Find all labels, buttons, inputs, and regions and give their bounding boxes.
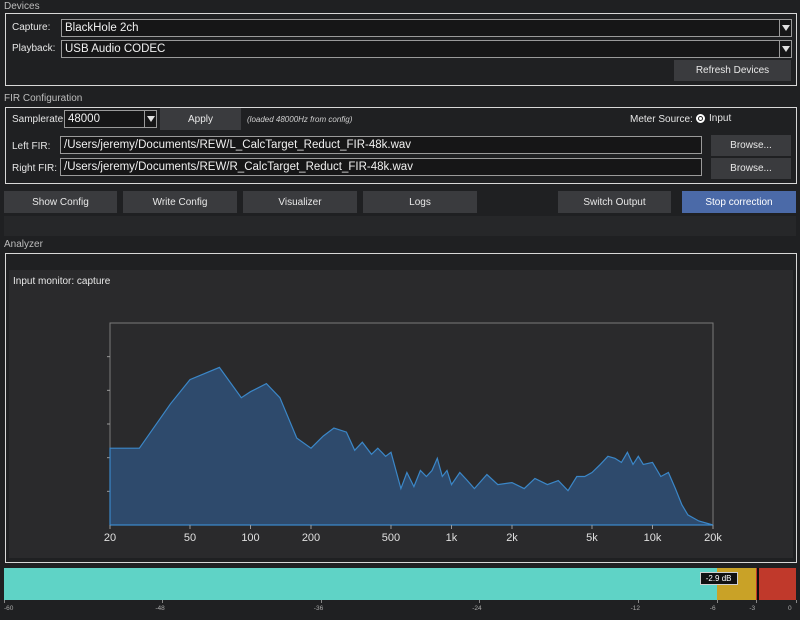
meter-tick-label: 0 (788, 605, 792, 612)
level-meter-clip-zone (756, 568, 796, 600)
x-tick-label: 50 (184, 532, 196, 544)
meter-tick-label: -3 (749, 605, 756, 612)
meter-tick-mark (637, 600, 639, 603)
x-axis-ticks: 20 50 100 200 500 1k 2k 5k 10k 20k (104, 525, 722, 544)
level-readout: -2.9 dB (699, 572, 738, 585)
spectrum-area (109, 366, 714, 526)
x-tick-label: 500 (382, 532, 400, 544)
meter-tick-mark (796, 600, 797, 603)
x-tick-label: 20k (704, 532, 722, 544)
spectrum-chart: 20 50 100 200 500 1k 2k 5k 10k 20k (104, 322, 722, 544)
meter-tick-mark (479, 600, 481, 603)
x-tick-label: 1k (446, 532, 458, 544)
x-tick-label: 100 (241, 532, 259, 544)
x-tick-label: 5k (586, 532, 598, 544)
level-meter-peak-marker (756, 568, 759, 600)
meter-tick-label: -60 (4, 605, 14, 612)
meter-tick-label: -6 (709, 605, 716, 612)
meter-tick-mark (162, 600, 164, 603)
meter-tick-mark (756, 600, 758, 603)
meter-tick-label: -36 (313, 605, 324, 612)
meter-tick-mark (320, 600, 322, 603)
x-tick-label: 20 (104, 532, 116, 544)
level-meter-scale: -60 -48 -36 -24 -12 -6 -3 0 (4, 600, 797, 620)
meter-tick-mark (716, 600, 718, 603)
meter-tick-label: -24 (472, 605, 482, 612)
level-meter-fill (4, 568, 717, 600)
meter-tick-label: -12 (630, 605, 640, 612)
meter-tick-label: -48 (155, 605, 165, 612)
x-tick-label: 10k (644, 532, 662, 544)
level-meter: -2.9 dB (4, 568, 796, 600)
meter-tick-mark (4, 600, 5, 603)
x-tick-label: 2k (506, 532, 518, 544)
x-tick-label: 200 (302, 532, 320, 544)
